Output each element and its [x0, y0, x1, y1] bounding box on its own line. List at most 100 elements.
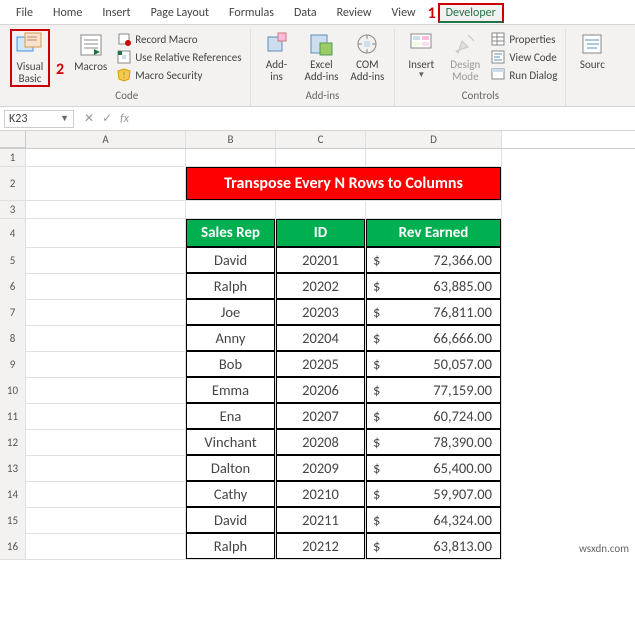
cell[interactable]: [276, 201, 366, 219]
row-head[interactable]: 6: [0, 273, 26, 300]
cell[interactable]: [26, 273, 186, 300]
row-head[interactable]: 10: [0, 377, 26, 404]
cell[interactable]: $78,390.00: [366, 429, 502, 456]
macro-security-button[interactable]: ! Macro Security: [115, 67, 243, 83]
cell[interactable]: Emma: [186, 377, 276, 404]
cell[interactable]: 20209: [276, 455, 366, 482]
tab-developer[interactable]: Developer: [438, 3, 504, 23]
cell[interactable]: [26, 219, 186, 248]
col-head-d[interactable]: D: [366, 131, 502, 148]
cell[interactable]: [26, 403, 186, 430]
row-head[interactable]: 8: [0, 325, 26, 352]
cell[interactable]: Joe: [186, 299, 276, 326]
cell[interactable]: David: [186, 507, 276, 534]
cell[interactable]: Transpose Every N Rows to Columns: [186, 167, 502, 201]
source-button[interactable]: Sourc: [572, 29, 612, 73]
cell[interactable]: Bob: [186, 351, 276, 378]
row-head[interactable]: 3: [0, 201, 26, 219]
run-dialog-button[interactable]: Run Dialog: [489, 67, 559, 83]
name-box[interactable]: K23 ▼: [4, 110, 74, 128]
tab-page-layout[interactable]: Page Layout: [141, 2, 219, 24]
tab-insert[interactable]: Insert: [92, 2, 140, 24]
cell[interactable]: $63,885.00: [366, 273, 502, 300]
cell[interactable]: $64,324.00: [366, 507, 502, 534]
row-head[interactable]: 5: [0, 247, 26, 274]
excel-addins-button[interactable]: Excel Add-ins: [301, 29, 343, 85]
row-head[interactable]: 7: [0, 299, 26, 326]
chevron-down-icon[interactable]: ▼: [60, 113, 69, 124]
cell[interactable]: [186, 149, 276, 167]
macros-button[interactable]: Macros: [70, 29, 111, 75]
cell[interactable]: 20204: [276, 325, 366, 352]
tab-view[interactable]: View: [382, 2, 426, 24]
cell[interactable]: [366, 201, 502, 219]
cell[interactable]: $77,159.00: [366, 377, 502, 404]
cell[interactable]: Anny: [186, 325, 276, 352]
col-head-c[interactable]: C: [276, 131, 366, 148]
tab-home[interactable]: Home: [43, 2, 92, 24]
com-addins-button[interactable]: COM Add-ins: [346, 29, 388, 85]
tab-formulas[interactable]: Formulas: [219, 2, 284, 24]
row-head[interactable]: 13: [0, 455, 26, 482]
properties-button[interactable]: Properties: [489, 31, 559, 47]
cell[interactable]: [26, 429, 186, 456]
cell[interactable]: 20206: [276, 377, 366, 404]
record-macro-button[interactable]: Record Macro: [115, 31, 243, 47]
cell[interactable]: Ena: [186, 403, 276, 430]
cell[interactable]: 20211: [276, 507, 366, 534]
cell[interactable]: Cathy: [186, 481, 276, 508]
cell[interactable]: 20205: [276, 351, 366, 378]
row-head[interactable]: 2: [0, 167, 26, 201]
select-all-triangle[interactable]: [0, 131, 26, 148]
cell[interactable]: Rev Earned: [366, 219, 502, 248]
row-head[interactable]: 15: [0, 507, 26, 534]
use-relative-refs-button[interactable]: Use Relative References: [115, 49, 243, 65]
fx-icon[interactable]: fx: [120, 112, 129, 126]
cell[interactable]: [26, 507, 186, 534]
cell[interactable]: Sales Rep: [186, 219, 276, 248]
cell[interactable]: $72,366.00: [366, 247, 502, 274]
cell[interactable]: [186, 201, 276, 219]
cell[interactable]: 20210: [276, 481, 366, 508]
cell[interactable]: [26, 325, 186, 352]
cell[interactable]: [26, 351, 186, 378]
tab-data[interactable]: Data: [284, 2, 327, 24]
cell[interactable]: $50,057.00: [366, 351, 502, 378]
tab-file[interactable]: File: [6, 2, 43, 24]
row-head[interactable]: 16: [0, 533, 26, 560]
tab-review[interactable]: Review: [327, 2, 382, 24]
cell[interactable]: 20208: [276, 429, 366, 456]
col-head-b[interactable]: B: [186, 131, 276, 148]
enter-icon[interactable]: ✓: [102, 111, 112, 126]
cell[interactable]: Dalton: [186, 455, 276, 482]
visual-basic-button[interactable]: Visual Basic: [10, 29, 50, 87]
cell[interactable]: [26, 481, 186, 508]
cell[interactable]: 20203: [276, 299, 366, 326]
col-head-a[interactable]: A: [26, 131, 186, 148]
cell[interactable]: [26, 149, 186, 167]
cell[interactable]: 20212: [276, 533, 366, 560]
cell[interactable]: [26, 247, 186, 274]
design-mode-button[interactable]: Design Mode: [445, 29, 485, 85]
row-head[interactable]: 1: [0, 149, 26, 167]
row-head[interactable]: 4: [0, 219, 26, 248]
cell[interactable]: David: [186, 247, 276, 274]
cell[interactable]: $65,400.00: [366, 455, 502, 482]
row-head[interactable]: 9: [0, 351, 26, 378]
cell[interactable]: $63,813.00: [366, 533, 502, 560]
cell[interactable]: $76,811.00: [366, 299, 502, 326]
row-head[interactable]: 11: [0, 403, 26, 430]
formula-input[interactable]: [137, 111, 437, 127]
insert-control-button[interactable]: Insert ▼: [401, 29, 441, 82]
cell[interactable]: [26, 167, 186, 201]
cell[interactable]: 20202: [276, 273, 366, 300]
cell[interactable]: 20207: [276, 403, 366, 430]
cell[interactable]: [26, 455, 186, 482]
cell[interactable]: [26, 201, 186, 219]
cell[interactable]: [276, 149, 366, 167]
cell[interactable]: $66,666.00: [366, 325, 502, 352]
cell[interactable]: Ralph: [186, 533, 276, 560]
addins-button[interactable]: Add- ins: [257, 29, 297, 85]
cell[interactable]: [26, 299, 186, 326]
cell[interactable]: $59,907.00: [366, 481, 502, 508]
